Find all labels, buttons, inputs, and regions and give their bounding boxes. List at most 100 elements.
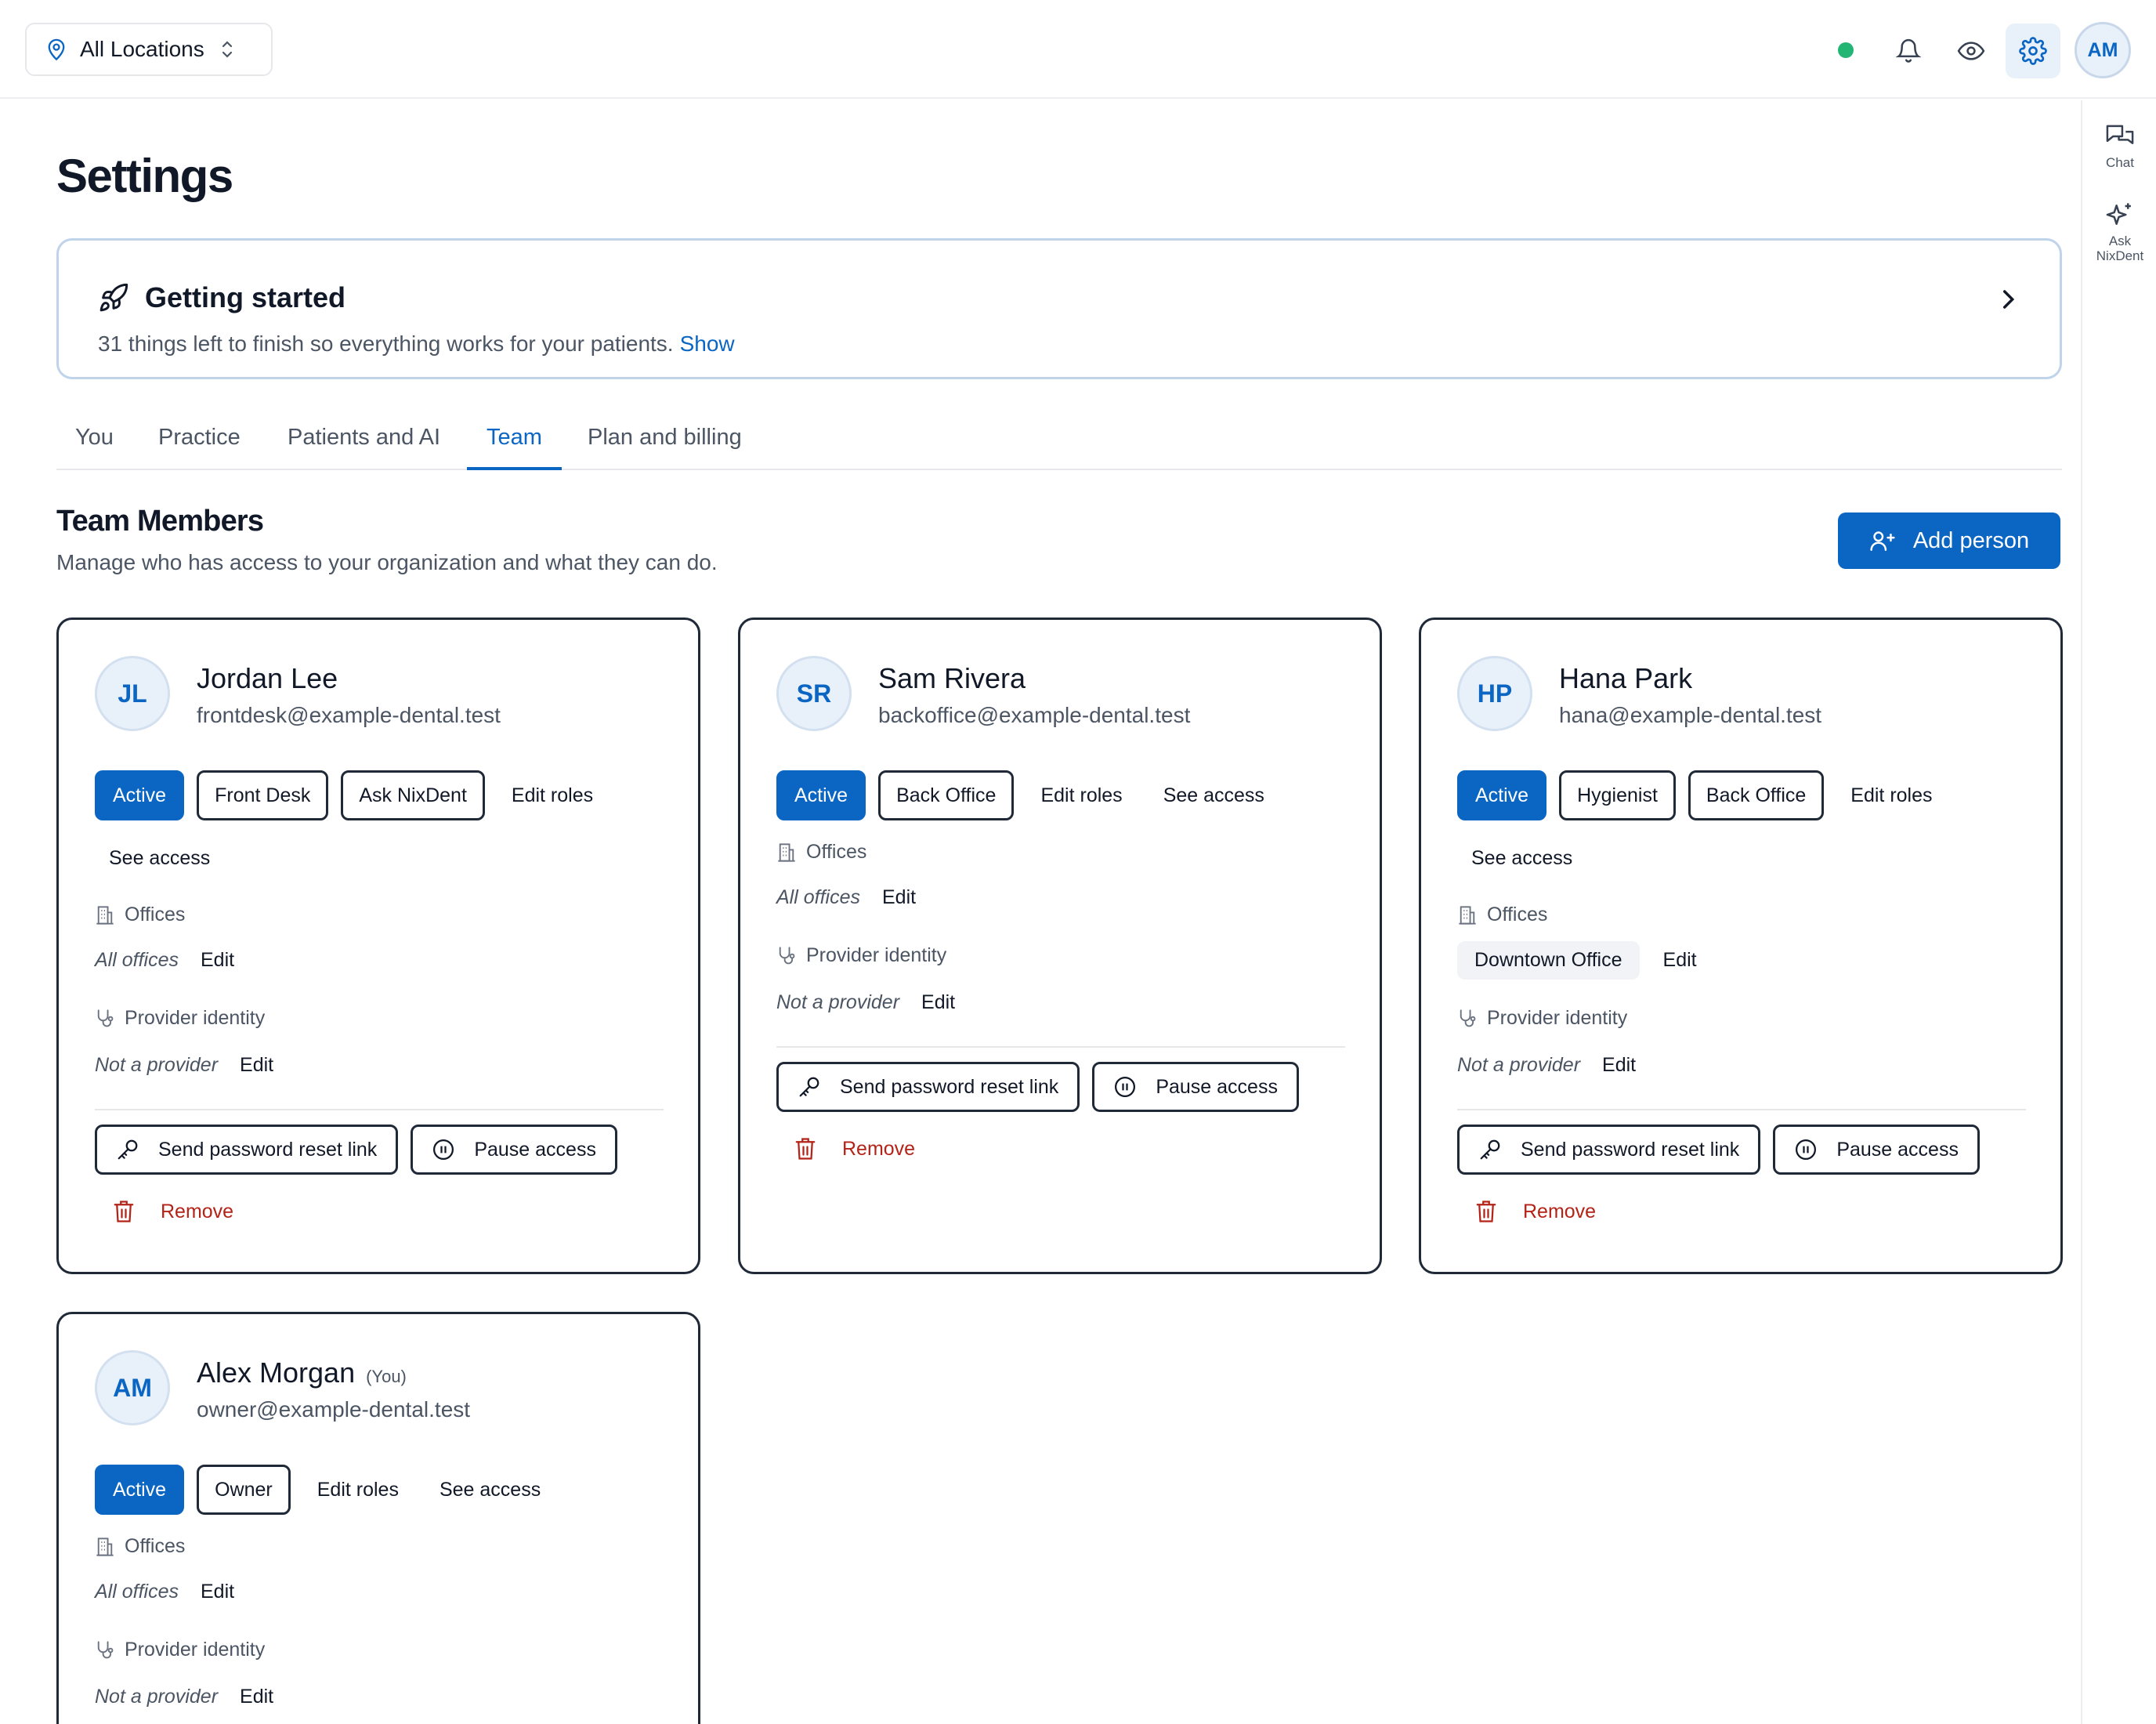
stethoscope-icon <box>95 1009 125 1029</box>
show-link[interactable]: Show <box>680 331 735 356</box>
edit-provider-button[interactable]: Edit <box>240 1686 273 1708</box>
send-password-reset-button[interactable]: Send password reset link <box>95 1125 399 1175</box>
stethoscope-icon <box>1457 1009 1487 1029</box>
you-badge: (You) <box>366 1367 407 1386</box>
pause-circle-icon <box>1113 1075 1156 1099</box>
edit-offices-button[interactable]: Edit <box>882 886 916 909</box>
key-icon <box>798 1075 840 1099</box>
tab-patients-and-ai[interactable]: Patients and AI <box>288 425 440 470</box>
location-selector[interactable]: All Locations <box>25 23 273 76</box>
remove-label: Remove <box>1523 1200 1597 1222</box>
provider-identity-label: Provider identity <box>125 1639 266 1661</box>
offices-label: Offices <box>1487 904 1548 925</box>
remove-label: Remove <box>842 1137 916 1160</box>
send-password-reset-button[interactable]: Send password reset link <box>1457 1125 1761 1175</box>
remove-member-button[interactable]: Remove <box>776 1137 915 1161</box>
office-pill: Downtown Office <box>1457 941 1640 980</box>
member-avatar: AM <box>95 1350 170 1425</box>
stethoscope-icon <box>776 946 806 966</box>
notifications-button[interactable] <box>1881 24 1936 78</box>
rail-chat-button[interactable]: Chat <box>2082 122 2156 170</box>
map-pin-icon <box>45 38 67 61</box>
edit-roles-button[interactable]: Edit roles <box>497 770 607 820</box>
role-chip[interactable]: Back Office <box>878 770 1015 820</box>
preview-button[interactable] <box>1944 24 1999 78</box>
remove-member-button[interactable]: Remove <box>95 1200 233 1223</box>
edit-roles-button[interactable]: Edit roles <box>303 1465 413 1515</box>
role-chip[interactable]: Front Desk <box>197 770 329 820</box>
member-email: frontdesk@example-dental.test <box>197 703 501 727</box>
member-email: owner@example-dental.test <box>197 1397 471 1422</box>
card-divider <box>95 1109 664 1110</box>
edit-roles-button[interactable]: Edit roles <box>1026 770 1136 820</box>
role-chip[interactable]: Back Office <box>1688 770 1825 820</box>
trash-icon <box>114 1200 161 1223</box>
status-badge[interactable]: Active <box>776 770 866 820</box>
edit-offices-button[interactable]: Edit <box>1663 949 1697 972</box>
pause-access-button[interactable]: Pause access <box>411 1125 617 1175</box>
status-badge[interactable]: Active <box>95 1465 185 1515</box>
building-icon <box>95 1537 125 1557</box>
edit-provider-button[interactable]: Edit <box>1602 1054 1636 1077</box>
see-access-button[interactable]: See access <box>1149 770 1279 820</box>
edit-provider-button[interactable]: Edit <box>921 991 955 1014</box>
see-access-button[interactable]: See access <box>95 833 224 883</box>
gear-icon <box>2019 37 2047 65</box>
member-name: Sam Rivera <box>878 662 1026 694</box>
chat-icon <box>2105 122 2135 150</box>
remove-member-button[interactable]: Remove <box>1457 1200 1596 1223</box>
provider-value: Not a provider <box>1457 1054 1581 1076</box>
card-divider <box>776 1046 1345 1048</box>
provider-value: Not a provider <box>95 1686 219 1708</box>
section-title: Team Members <box>56 505 264 538</box>
rail-nixdent-label: NixDent <box>2096 248 2144 263</box>
role-chip[interactable]: Ask NixDent <box>341 770 485 820</box>
member-name: Jordan Lee <box>197 662 338 694</box>
tab-practice[interactable]: Practice <box>158 425 241 470</box>
section-subtitle: Manage who has access to your organizati… <box>56 550 718 574</box>
user-initials: AM <box>2087 38 2118 61</box>
offices-label: Offices <box>125 1535 186 1557</box>
building-icon <box>1457 905 1487 925</box>
stethoscope-icon <box>95 1640 125 1661</box>
member-card: AM Alex Morgan (You) owner@example-dental… <box>56 1312 700 1724</box>
edit-provider-button[interactable]: Edit <box>240 1054 273 1077</box>
pause-access-label: Pause access <box>474 1138 596 1161</box>
pause-circle-icon <box>432 1138 474 1161</box>
building-icon <box>95 905 125 925</box>
send-password-reset-button[interactable]: Send password reset link <box>776 1062 1080 1112</box>
eye-icon <box>1957 40 1985 62</box>
status-badge[interactable]: Active <box>1457 770 1547 820</box>
see-access-button[interactable]: See access <box>1457 833 1586 883</box>
tab-team[interactable]: Team <box>467 425 562 470</box>
member-card: SR Sam Rivera backoffice@example-dental.… <box>738 618 1382 1274</box>
sparkles-icon <box>2105 201 2135 229</box>
edit-roles-button[interactable]: Edit roles <box>1836 770 1946 820</box>
bell-icon <box>1895 37 1922 65</box>
tab-you[interactable]: You <box>75 425 114 470</box>
provider-identity-label: Provider identity <box>806 944 947 966</box>
settings-button[interactable] <box>2006 24 2060 78</box>
pause-access-button[interactable]: Pause access <box>1773 1125 1980 1175</box>
see-access-button[interactable]: See access <box>425 1465 555 1515</box>
remove-label: Remove <box>161 1200 234 1222</box>
key-icon <box>116 1138 158 1161</box>
status-badge[interactable]: Active <box>95 770 185 820</box>
pause-access-button[interactable]: Pause access <box>1092 1062 1299 1112</box>
connection-status-dot <box>1838 42 1854 58</box>
member-name: Hana Park <box>1559 662 1693 694</box>
role-chip[interactable]: Owner <box>197 1465 291 1515</box>
key-icon <box>1478 1138 1521 1161</box>
edit-offices-button[interactable]: Edit <box>201 949 234 972</box>
getting-started-card[interactable]: Getting started 31 things left to finish… <box>56 238 2062 379</box>
rocket-icon <box>98 282 145 313</box>
offices-value: All offices <box>95 1581 179 1603</box>
edit-offices-button[interactable]: Edit <box>201 1581 234 1603</box>
rail-ask-nixdent-button[interactable]: Ask NixDent <box>2082 201 2156 263</box>
user-avatar-button[interactable]: AM <box>2075 22 2131 78</box>
add-person-button[interactable]: Add person <box>1838 512 2060 569</box>
tab-plan-and-billing[interactable]: Plan and billing <box>588 425 742 470</box>
member-card: JL Jordan Lee frontdesk@example-dental.t… <box>56 618 700 1274</box>
role-chip[interactable]: Hygienist <box>1559 770 1676 820</box>
offices-label: Offices <box>806 841 867 863</box>
